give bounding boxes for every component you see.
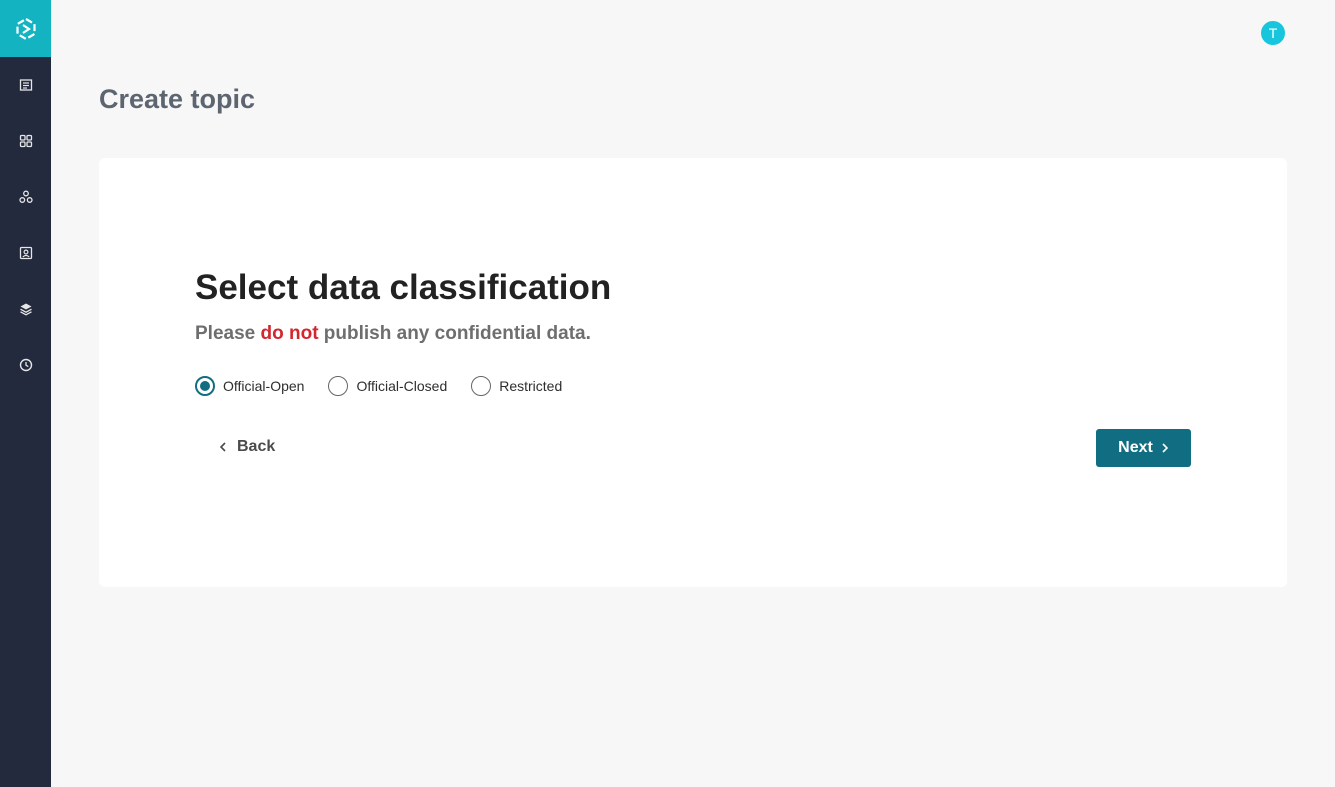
radio-selected-dot — [200, 381, 210, 391]
sidebar-item-history[interactable] — [0, 345, 51, 385]
grid-icon — [19, 134, 32, 148]
radio-label: Restricted — [499, 378, 563, 394]
back-button[interactable]: Back — [219, 434, 275, 460]
next-button-label: Next — [1118, 439, 1153, 456]
warning-emphasis: do not — [260, 323, 319, 344]
sidebar-item-dashboard[interactable] — [0, 121, 51, 161]
section-heading: Select data classification — [195, 268, 612, 307]
clock-icon — [19, 358, 32, 372]
sidebar-item-contacts[interactable] — [0, 233, 51, 273]
layers-icon — [19, 303, 32, 316]
radio-restricted[interactable]: Restricted — [471, 376, 562, 396]
logo-icon — [15, 17, 36, 40]
sidebar-item-layers[interactable] — [0, 289, 51, 329]
network-icon — [18, 190, 33, 203]
app-logo[interactable] — [0, 0, 51, 57]
radio-label: Official-Open — [223, 378, 305, 394]
radio-official-open[interactable]: Official-Open — [195, 376, 304, 396]
newspaper-icon — [19, 79, 32, 91]
warning-text-start: Please — [195, 323, 261, 344]
radio-label: Official-Closed — [356, 378, 448, 394]
sidebar-item-topics[interactable] — [0, 177, 51, 217]
next-button[interactable]: Next — [1096, 429, 1191, 467]
warning-text: Please do not publish any confidential d… — [195, 323, 591, 345]
classification-radio-group: Official-Open Official-Closed Restricted — [195, 376, 586, 396]
sidebar — [0, 0, 51, 787]
warning-text-end: publish any confidential data. — [318, 323, 591, 344]
back-button-label: Back — [237, 438, 276, 455]
page-title: Create topic — [99, 84, 256, 114]
chevron-right-icon — [1161, 442, 1169, 454]
classification-card: Select data classification Please do not… — [99, 158, 1287, 587]
sidebar-item-articles[interactable] — [0, 65, 51, 105]
radio-circle[interactable] — [471, 376, 492, 396]
contact-card-icon — [19, 246, 32, 260]
user-avatar[interactable]: T — [1261, 21, 1285, 45]
radio-official-closed[interactable]: Official-Closed — [328, 376, 447, 396]
radio-circle[interactable] — [328, 376, 349, 396]
radio-circle[interactable] — [195, 376, 215, 396]
chevron-left-icon — [219, 441, 227, 453]
